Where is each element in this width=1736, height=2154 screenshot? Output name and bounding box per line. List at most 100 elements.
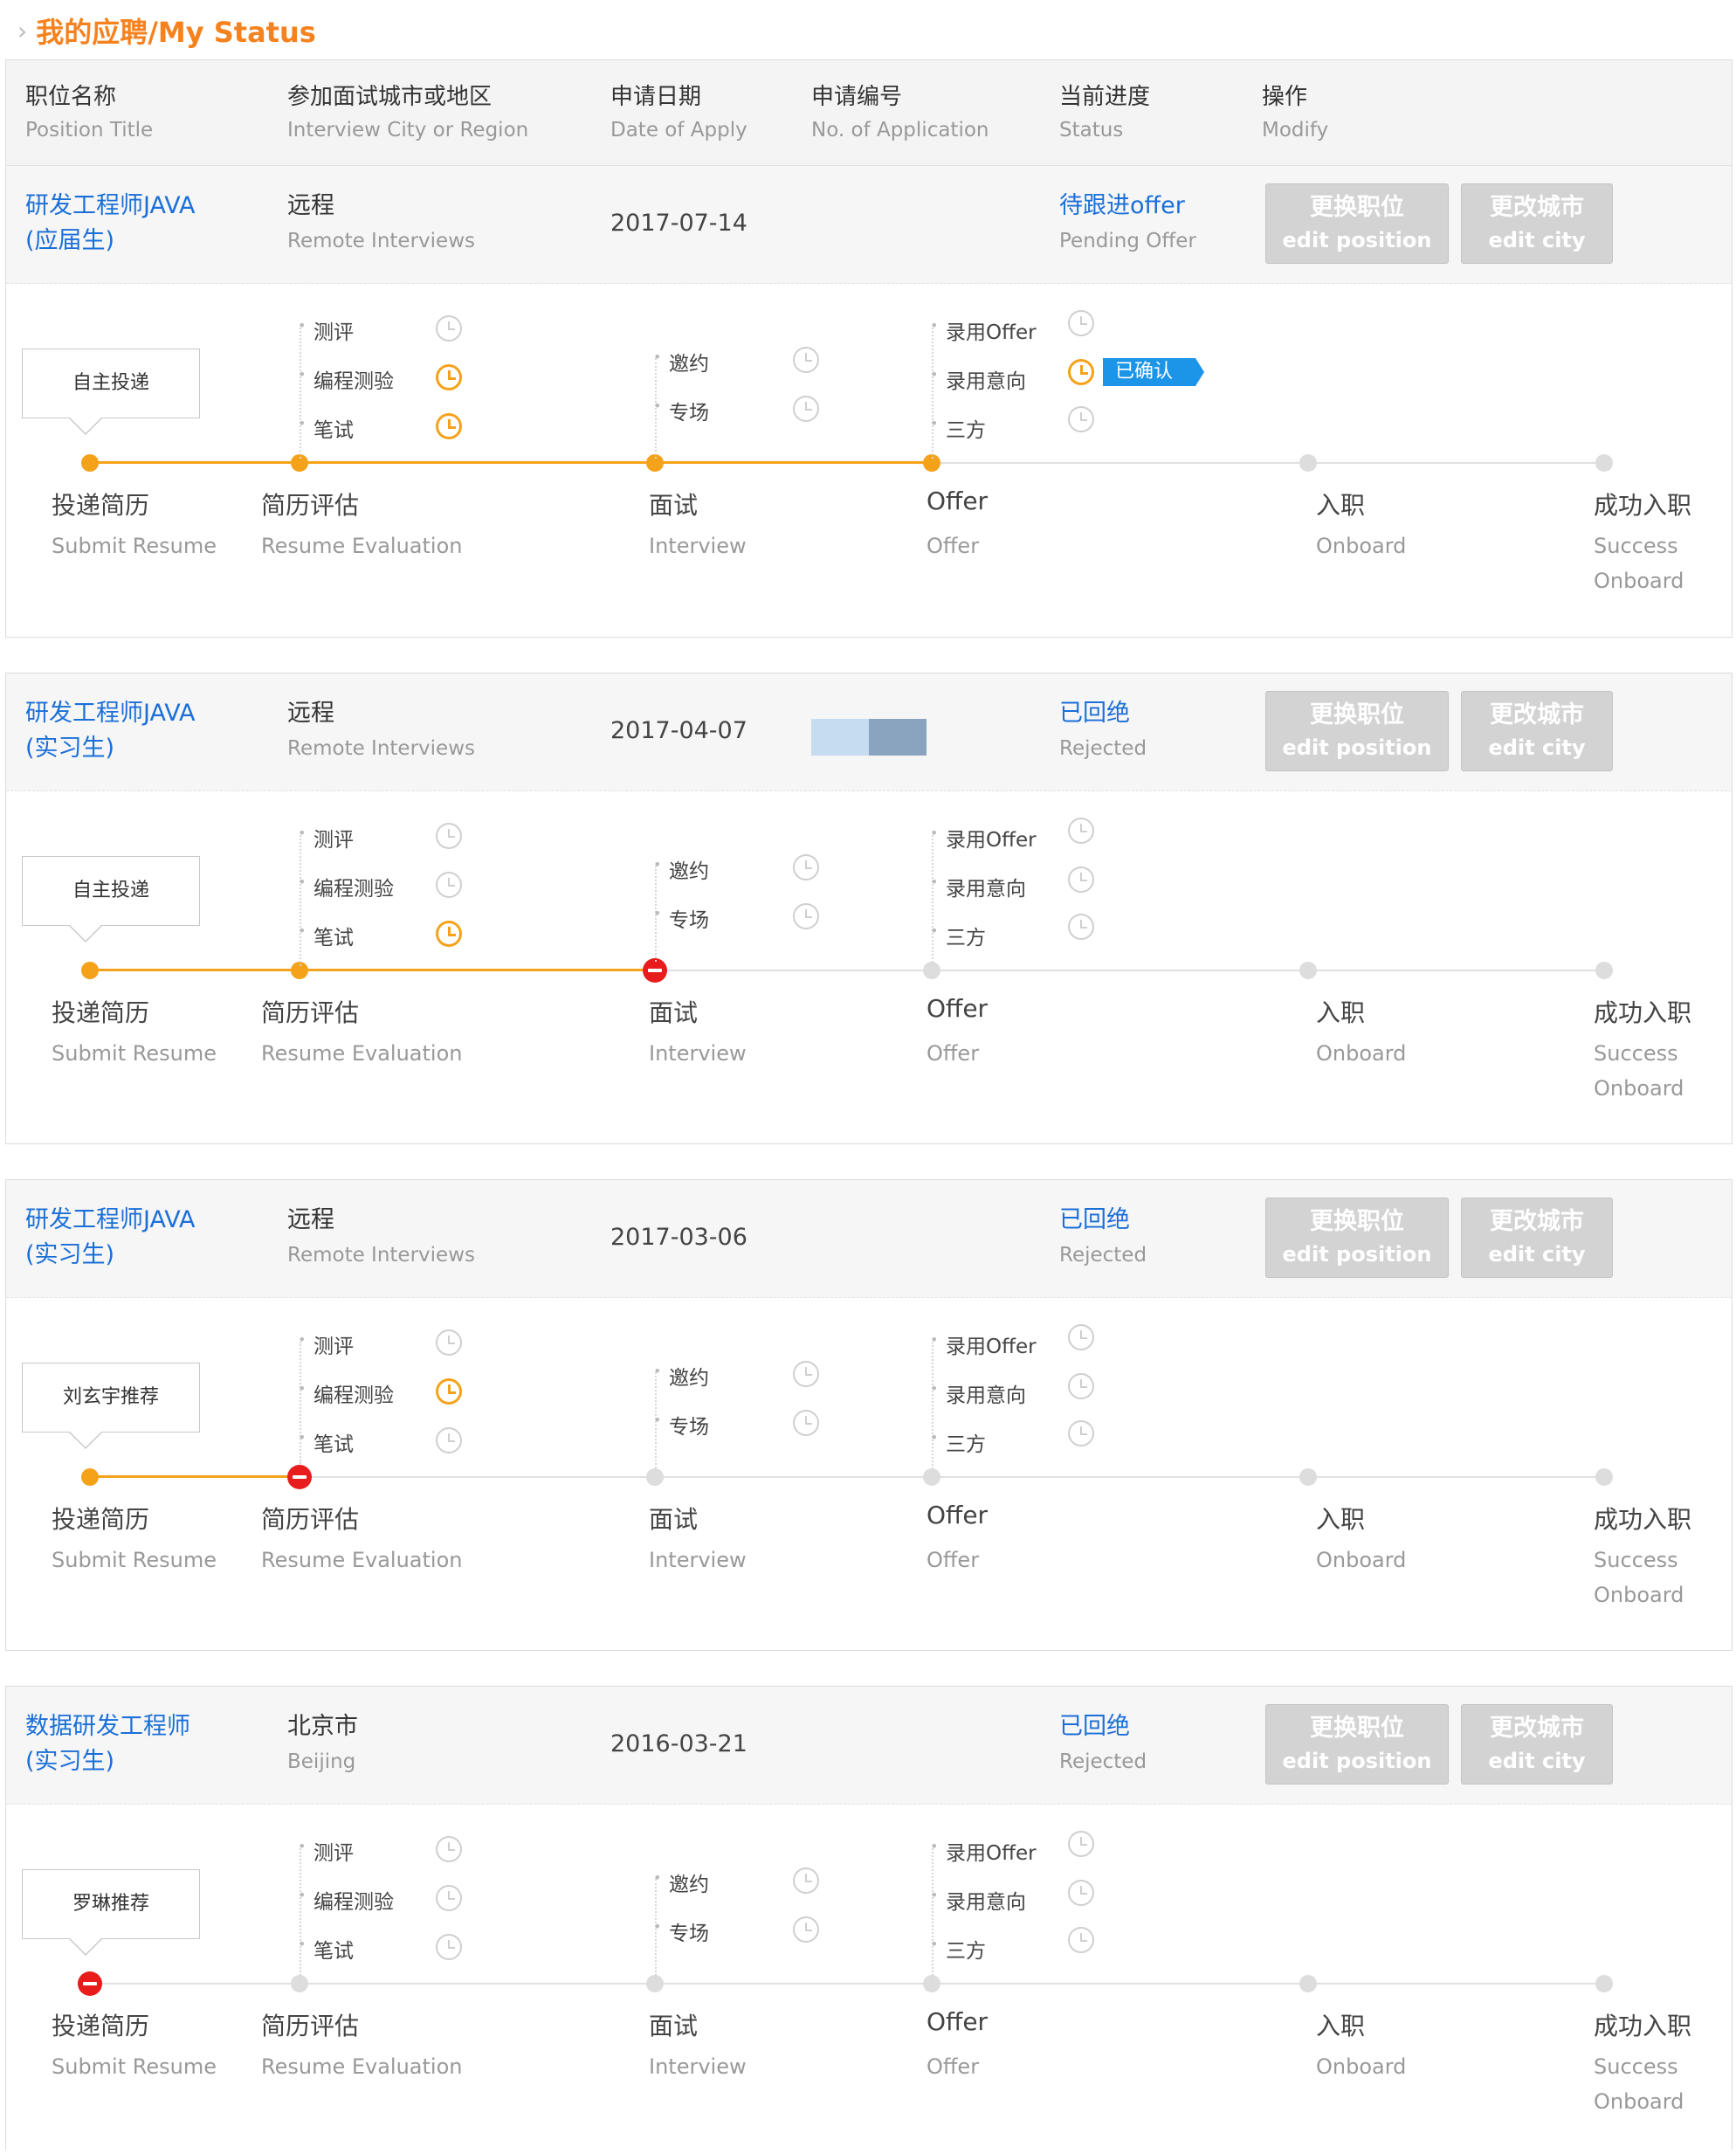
substep-offer: 录用Offer — [930, 1836, 1036, 1866]
header-status: 当前进度 Status — [1059, 84, 1151, 142]
step-dot-onboard — [1299, 1975, 1317, 1992]
edit-city-button[interactable]: 更改城市 edit city — [1461, 1198, 1613, 1278]
substep-written-test: 笔试 — [298, 1934, 354, 1964]
header-city: 参加面试城市或地区 Interview City or Region — [287, 84, 529, 142]
application-card: 研发工程师JAVA (实习生) 远程 Remote Interviews 2017-… — [5, 1179, 1733, 1651]
clock-icon — [1068, 1324, 1094, 1350]
step-label: 面试 — [649, 2012, 699, 2040]
substep-coding-test: 编程测验 — [298, 872, 394, 901]
rejected-icon — [287, 1465, 312, 1489]
substep-coding-test: 编程测验 — [298, 1378, 394, 1408]
step-label: 成功入职 — [1594, 491, 1692, 520]
step-label: 入职 — [1316, 491, 1366, 520]
progress-tracker: 罗琳推荐 测评 编程测验 笔试 邀约 专场 录用Offer 录用意向 三方 投递… — [6, 1805, 1732, 2145]
clock-icon — [436, 921, 462, 947]
step-label: 简历评估 — [261, 2012, 360, 2040]
source-label: 自主投递 — [22, 856, 200, 942]
substep-written-test: 笔试 — [298, 1427, 354, 1457]
step-label: 入职 — [1316, 998, 1366, 1027]
step-label: 投递简历 — [52, 491, 150, 520]
clock-icon — [1068, 310, 1094, 336]
clock-icon — [436, 1885, 462, 1911]
step-dot-onboard — [1299, 454, 1317, 472]
application-row: 研发工程师JAVA (实习生) 远程 Remote Interviews 2017-… — [6, 673, 1732, 791]
clock-icon — [436, 872, 462, 898]
header-position: 职位名称 Position Title — [25, 84, 154, 142]
status-value: 待跟进offer Pending Offer — [1059, 192, 1196, 252]
clock-icon — [1068, 1373, 1094, 1399]
step-label: 投递简历 — [52, 998, 150, 1027]
position-title-link[interactable]: 研发工程师JAVA (实习生) — [25, 696, 195, 766]
clock-icon — [793, 903, 819, 929]
clock-icon — [436, 1427, 462, 1453]
step-label: 成功入职 — [1594, 998, 1692, 1027]
step-label: Offer — [927, 1501, 989, 1529]
interview-city: 远程 Remote Interviews — [287, 192, 475, 252]
application-row: 研发工程师JAVA (实习生) 远程 Remote Interviews 2017-… — [6, 1180, 1732, 1298]
edit-position-button[interactable]: 更换职位 edit position — [1265, 1198, 1449, 1278]
step-dot-success — [1595, 454, 1613, 472]
substep-assessment: 测评 — [298, 1329, 354, 1359]
clock-icon — [793, 1916, 819, 1943]
clock-icon — [436, 1836, 462, 1862]
position-title-link[interactable]: 研发工程师JAVA (实习生) — [25, 1203, 195, 1273]
substep-offer: 录用Offer — [930, 1329, 1036, 1359]
application-card: 研发工程师JAVA (实习生) 远程 Remote Interviews 2017-… — [5, 673, 1733, 1144]
edit-city-button[interactable]: 更改城市 edit city — [1461, 691, 1613, 771]
step-label: 面试 — [649, 491, 699, 520]
edit-position-button[interactable]: 更换职位 edit position — [1265, 691, 1449, 771]
clock-icon — [436, 1934, 462, 1960]
status-value: 已回绝 Rejected — [1059, 1206, 1147, 1267]
apply-date: 2017-03-06 — [610, 1224, 747, 1251]
status-value: 已回绝 Rejected — [1059, 1713, 1147, 1773]
interview-city: 远程 Remote Interviews — [287, 1206, 475, 1267]
clock-icon — [436, 413, 462, 439]
substep-tripartite: 三方 — [930, 1934, 986, 1964]
substep-written-test: 笔试 — [298, 413, 354, 443]
substep-special-session: 专场 — [653, 396, 709, 425]
edit-position-button[interactable]: 更换职位 edit position — [1265, 1704, 1449, 1785]
substep-special-session: 专场 — [653, 1410, 709, 1439]
header-date: 申请日期 Date of Apply — [610, 84, 747, 142]
substep-assessment: 测评 — [298, 315, 354, 345]
position-title-link[interactable]: 研发工程师JAVA (应届生) — [25, 189, 195, 259]
substep-intent: 录用意向 — [930, 872, 1026, 901]
substep-tripartite: 三方 — [930, 921, 986, 950]
application-row: 研发工程师JAVA (应届生) 远程 Remote Interviews 2017-… — [6, 166, 1732, 284]
step-dot-onboard — [1299, 962, 1317, 979]
substep-invitation: 邀约 — [653, 1361, 709, 1391]
step-label: 投递简历 — [52, 2012, 150, 2040]
progress-tracker: 自主投递 测评 编程测验 笔试 邀约 专场 录用Offer 录用意向 三方 投递… — [6, 791, 1732, 1132]
step-label: 简历评估 — [261, 998, 360, 1027]
page-title: › 我的应聘/My Status — [17, 10, 316, 51]
rejected-icon — [78, 1971, 102, 1996]
clock-icon — [1068, 866, 1094, 893]
apply-date: 2017-07-14 — [610, 210, 747, 237]
step-label: 成功入职 — [1594, 1505, 1692, 1534]
step-dot-interview — [646, 1468, 664, 1486]
step-label: 投递简历 — [52, 1505, 150, 1534]
edit-position-button[interactable]: 更换职位 edit position — [1265, 183, 1449, 264]
step-label: 入职 — [1316, 2012, 1366, 2040]
step-dot-success — [1595, 1975, 1613, 1992]
substep-coding-test: 编程测验 — [298, 1885, 394, 1915]
substep-intent: 录用意向 — [930, 364, 1026, 394]
edit-city-button[interactable]: 更改城市 edit city — [1461, 1704, 1613, 1785]
substep-invitation: 邀约 — [653, 347, 709, 376]
substep-tripartite: 三方 — [930, 1427, 986, 1457]
edit-city-button[interactable]: 更改城市 edit city — [1461, 183, 1613, 264]
page-title-text: 我的应聘/My Status — [36, 16, 316, 49]
clock-icon — [1068, 359, 1094, 385]
source-label: 罗琳推荐 — [22, 1869, 200, 1956]
substep-written-test: 笔试 — [298, 921, 354, 950]
substep-assessment: 测评 — [298, 823, 354, 853]
step-label: 简历评估 — [261, 1505, 360, 1534]
source-label: 刘玄宇推荐 — [22, 1363, 200, 1449]
step-dot-onboard — [1299, 1468, 1317, 1486]
clock-icon — [793, 396, 819, 422]
substep-intent: 录用意向 — [930, 1885, 1026, 1915]
clock-icon — [793, 1410, 819, 1436]
clock-icon — [436, 823, 462, 849]
clock-icon — [793, 347, 819, 373]
position-title-link[interactable]: 数据研发工程师 (实习生) — [25, 1709, 190, 1779]
